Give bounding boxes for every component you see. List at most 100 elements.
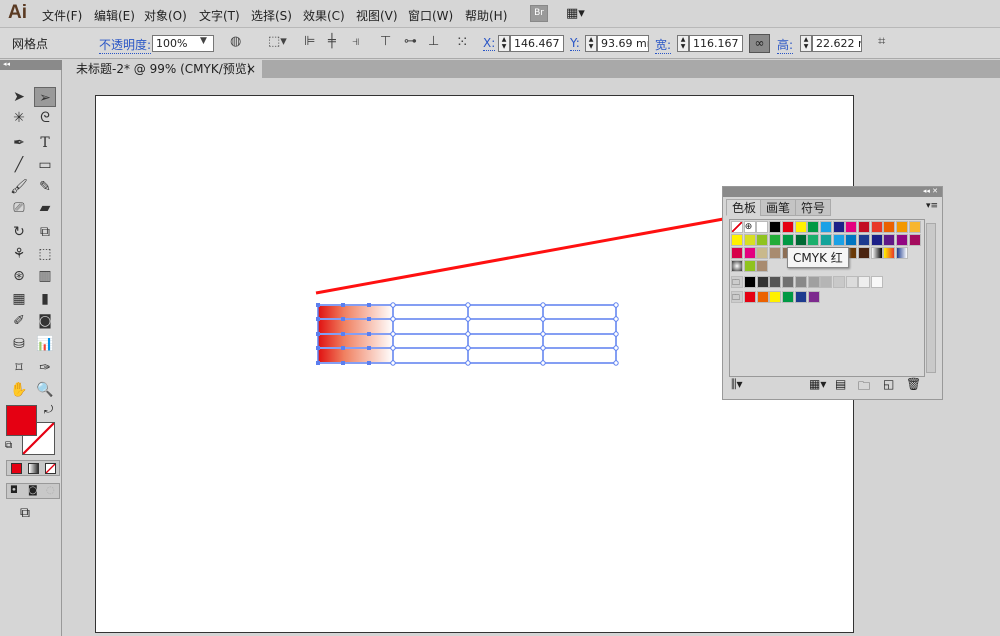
anchor-point [367,303,371,307]
panel-titlebar[interactable]: ◂◂ ✕ [723,187,942,197]
swatch[interactable] [743,260,756,272]
swatch[interactable] [845,221,858,233]
red-arrow [315,203,776,295]
swatch-libraries-icon[interactable]: ⫼▾ [731,377,743,392]
anchor-point [540,360,546,366]
panel-menu-icon[interactable]: ▾≡ [926,201,938,211]
swatch[interactable] [743,234,756,246]
swatch[interactable] [794,276,807,288]
swatch[interactable] [769,291,782,303]
swatch[interactable] [807,221,820,233]
swatch[interactable] [819,221,832,233]
table-object[interactable] [316,302,619,366]
anchor-point [540,316,546,322]
swatch[interactable] [744,291,756,303]
swatch[interactable] [756,291,769,303]
swatch[interactable] [769,247,782,259]
swatch[interactable] [819,234,832,246]
swatch[interactable] [896,247,909,259]
anchor-point [316,317,320,321]
gradient-cell [318,349,393,362]
tab-brushes[interactable]: 画笔 [760,199,797,216]
swatch[interactable] [845,276,858,288]
anchor-point [367,361,371,365]
swatch[interactable] [769,276,782,288]
anchor-point [341,346,345,350]
swatch[interactable] [870,247,883,259]
anchor-point [390,302,396,308]
gradient-cell [318,335,393,347]
swatch[interactable] [807,234,820,246]
swatch[interactable] [858,221,870,233]
delete-swatch-icon[interactable]: 🗑 [906,377,921,391]
swatch[interactable] [756,247,769,259]
swatch[interactable] [858,234,870,246]
new-color-group-icon[interactable]: 🗀 [858,377,870,398]
swatch[interactable] [807,291,820,303]
swatch[interactable] [896,221,909,233]
swatch[interactable] [782,291,795,303]
anchor-point [367,332,371,336]
swatch[interactable] [908,221,921,233]
anchor-point [341,361,345,365]
swatch[interactable] [731,247,743,259]
swatch[interactable] [832,221,845,233]
anchor-point [613,331,619,337]
swatch[interactable] [870,234,883,246]
swatch[interactable] [883,234,896,246]
swatch[interactable] [756,260,769,272]
swatch[interactable] [858,276,871,288]
anchor-point [540,331,546,337]
swatch[interactable] [731,234,743,246]
new-swatch-icon[interactable]: ◱ [883,377,894,391]
show-swatch-kinds-icon[interactable]: ▦▾ [809,377,826,391]
swatch[interactable] [756,276,769,288]
anchor-point [316,332,320,336]
anchor-point [465,302,471,308]
swatch[interactable] [769,234,782,246]
swatch[interactable] [794,291,807,303]
swatches-panel: ◂◂ ✕ 色板 画笔 符号 ▾≡ ⊕ 🗀 🗀 ⫼▾ ▦▾ ▤ 🗀 ◱ 🗑 [722,186,943,400]
swatch[interactable] [731,221,743,233]
swatch[interactable] [883,247,896,259]
swatch[interactable] [896,234,909,246]
scrollbar[interactable] [926,223,936,373]
anchor-point [465,360,471,366]
swatch[interactable] [756,221,769,233]
swatch[interactable] [794,234,807,246]
anchor-point [316,303,320,307]
color-group-folder-icon[interactable]: 🗀 [731,291,743,303]
swatch[interactable] [845,234,858,246]
gradient-cell [318,306,393,318]
swatch[interactable] [832,276,845,288]
swatch[interactable] [781,221,794,233]
anchor-point [390,360,396,366]
swatch[interactable] [871,276,883,288]
swatch[interactable] [832,234,845,246]
swatch[interactable]: ⊕ [743,221,756,233]
anchor-point [390,316,396,322]
swatch[interactable] [744,276,756,288]
swatch[interactable] [870,221,883,233]
swatch[interactable] [883,221,896,233]
swatch[interactable] [820,276,833,288]
anchor-point [341,332,345,336]
anchor-point [341,317,345,321]
swatch[interactable] [782,276,795,288]
tab-swatches[interactable]: 色板 [726,199,763,216]
swatch[interactable] [807,276,820,288]
swatch[interactable] [743,247,756,259]
swatch[interactable] [769,221,782,233]
swatch[interactable] [781,234,794,246]
anchor-point [613,316,619,322]
swatch[interactable] [731,260,743,272]
swatch[interactable] [756,234,769,246]
anchor-point [341,303,345,307]
tab-symbols[interactable]: 符号 [795,199,832,216]
color-group-folder-icon[interactable]: 🗀 [731,276,743,288]
swatch[interactable] [858,247,870,259]
swatch-options-icon[interactable]: ▤ [835,377,846,391]
anchor-point [465,316,471,322]
swatch[interactable] [908,234,921,246]
swatch[interactable] [794,221,807,233]
